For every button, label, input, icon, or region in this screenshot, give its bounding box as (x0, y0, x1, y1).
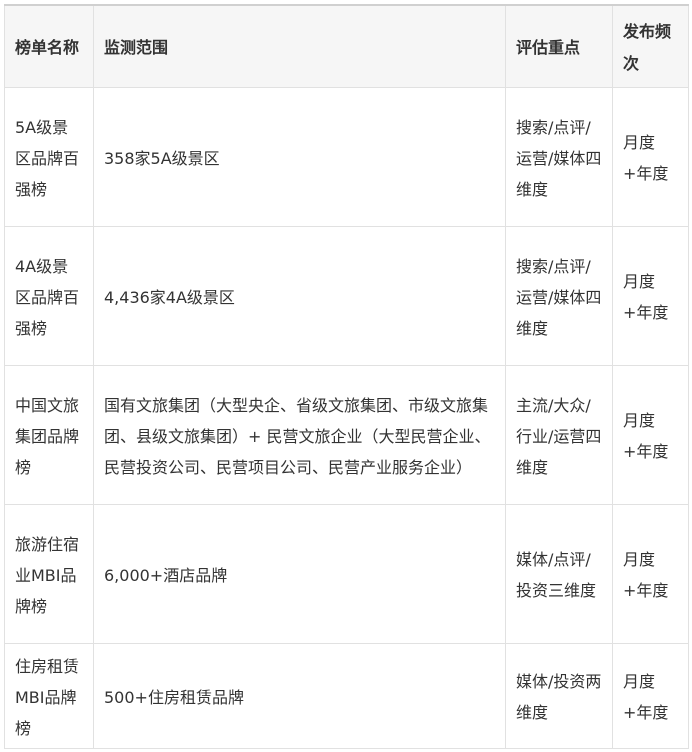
table-row: 中国文旅集团品牌榜 国有文旅集团（大型央企、省级文旅集团、市级文旅集团、县级文旅… (4, 365, 689, 505)
cell-name: 5A级景区品牌百强榜 (4, 87, 94, 227)
ranking-table: 榜单名称 监测范围 评估重点 发布频次 5A级景区品牌百强榜 358家5A级景区… (4, 4, 689, 749)
cell-scope: 国有文旅集团（大型央企、省级文旅集团、市级文旅集团、县级文旅集团）+ 民营文旅企… (93, 365, 506, 505)
cell-frequency: 月度+年度 (612, 504, 689, 644)
cell-focus: 主流/大众/行业/运营四维度 (505, 365, 613, 505)
cell-frequency: 月度+年度 (612, 87, 689, 227)
cell-focus: 媒体/投资两维度 (505, 643, 613, 749)
table-header-row: 榜单名称 监测范围 评估重点 发布频次 (4, 4, 689, 88)
cell-focus: 搜索/点评/运营/媒体四维度 (505, 87, 613, 227)
table-row: 旅游住宿业MBI品牌榜 6,000+酒店品牌 媒体/点评/投资三维度 月度+年度 (4, 504, 689, 644)
cell-name: 旅游住宿业MBI品牌榜 (4, 504, 94, 644)
header-focus: 评估重点 (505, 4, 613, 88)
header-frequency: 发布频次 (612, 4, 689, 88)
cell-scope: 358家5A级景区 (93, 87, 506, 227)
cell-scope: 500+住房租赁品牌 (93, 643, 506, 749)
cell-scope: 4,436家4A级景区 (93, 226, 506, 366)
cell-name: 中国文旅集团品牌榜 (4, 365, 94, 505)
cell-name: 4A级景区品牌百强榜 (4, 226, 94, 366)
cell-focus: 媒体/点评/投资三维度 (505, 504, 613, 644)
cell-frequency: 月度+年度 (612, 226, 689, 366)
header-name: 榜单名称 (4, 4, 94, 88)
table-row: 5A级景区品牌百强榜 358家5A级景区 搜索/点评/运营/媒体四维度 月度+年… (4, 87, 689, 227)
cell-name: 住房租赁MBI品牌榜 (4, 643, 94, 749)
cell-frequency: 月度+年度 (612, 365, 689, 505)
cell-frequency: 月度+年度 (612, 643, 689, 749)
header-scope: 监测范围 (93, 4, 506, 88)
table-row: 住房租赁MBI品牌榜 500+住房租赁品牌 媒体/投资两维度 月度+年度 (4, 643, 689, 749)
cell-scope: 6,000+酒店品牌 (93, 504, 506, 644)
table-row: 4A级景区品牌百强榜 4,436家4A级景区 搜索/点评/运营/媒体四维度 月度… (4, 226, 689, 366)
cell-focus: 搜索/点评/运营/媒体四维度 (505, 226, 613, 366)
